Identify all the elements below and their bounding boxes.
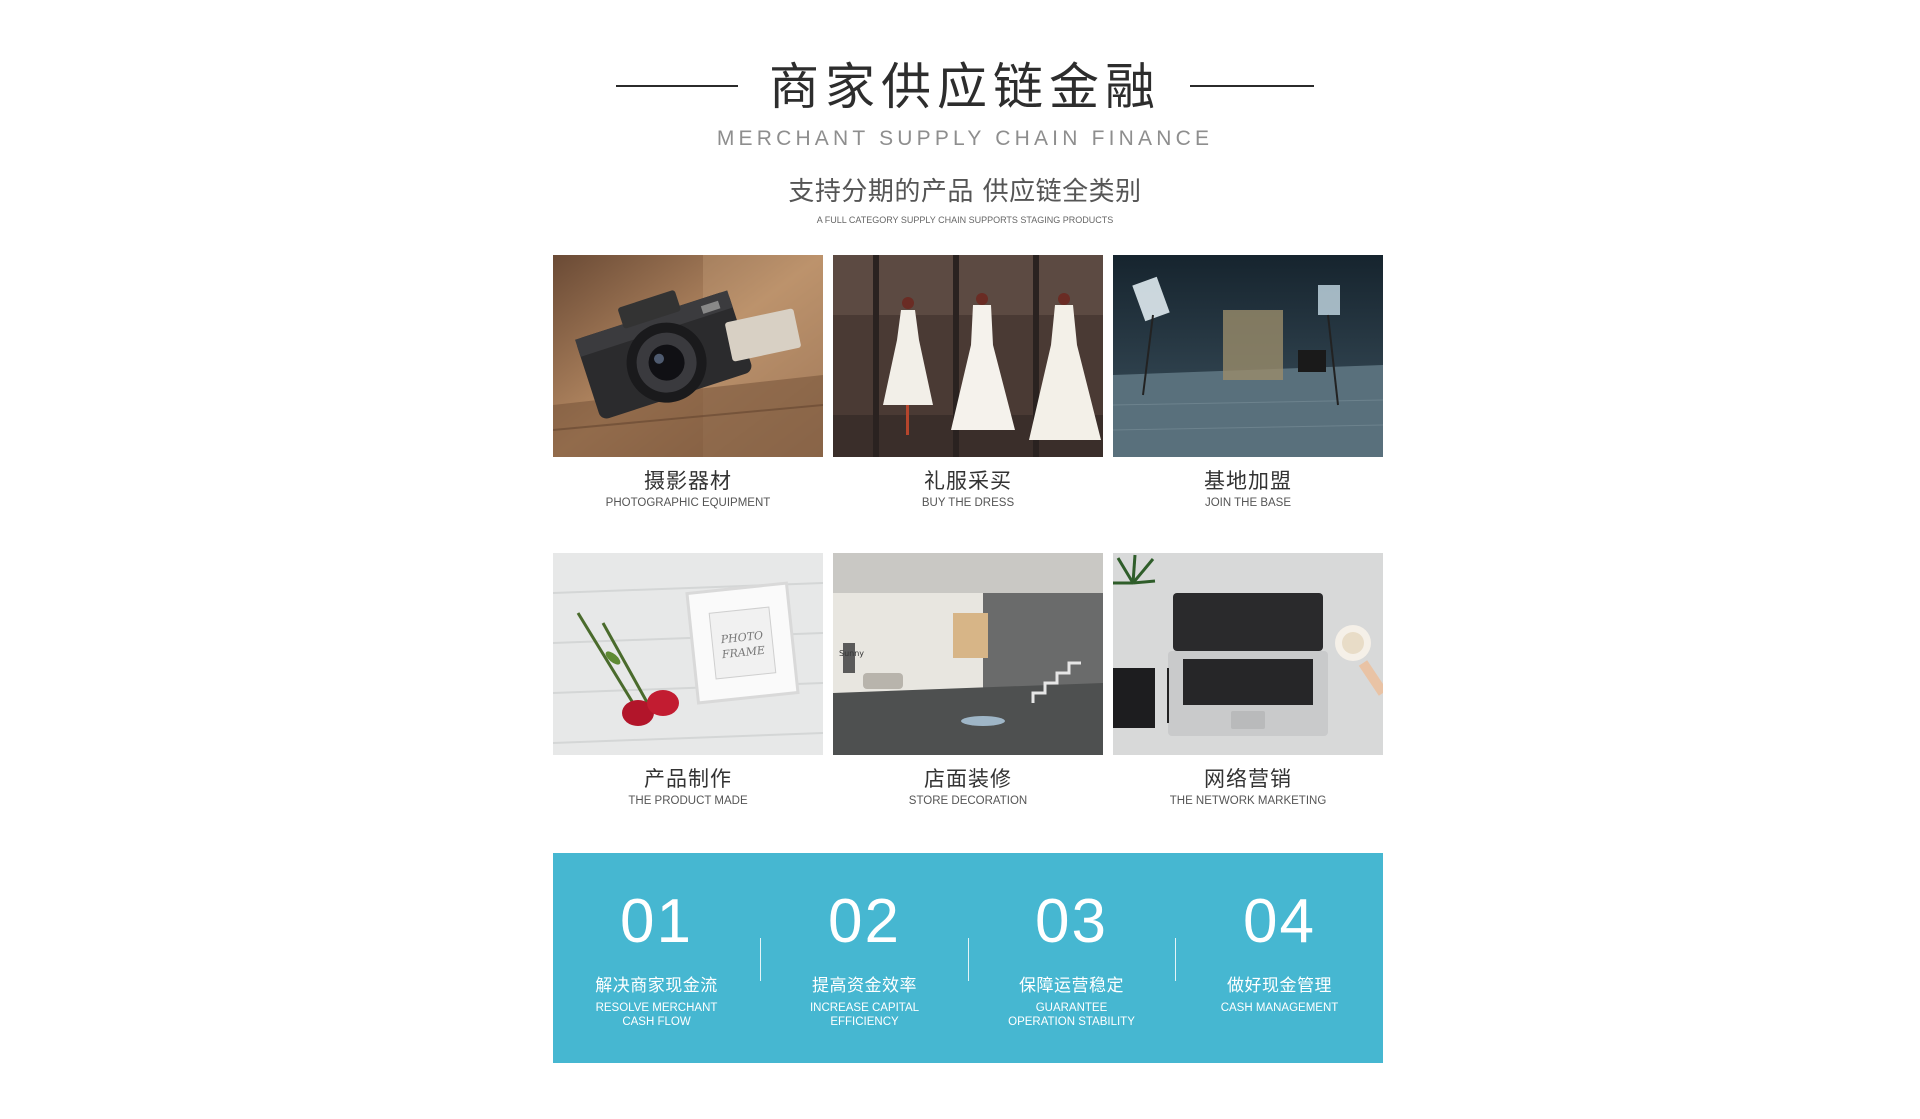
benefit-item-04: 04 做好现金管理 CASH MANAGEMENT	[1176, 853, 1383, 1063]
benefit-item-03: 03 保障运营稳定 GUARANTEE OPERATION STABILITY	[968, 853, 1175, 1063]
benefit-subtitle: INCREASE CAPITAL EFFICIENCY	[809, 1002, 920, 1028]
benefit-title: 提高资金效率	[812, 976, 917, 996]
category-subtitle: JOIN THE BASE	[1204, 497, 1292, 509]
laptop-desk-photo	[1113, 553, 1383, 755]
category-card-photographic-equipment[interactable]: 摄影器材 PHOTOGRAPHIC EQUIPMENT	[553, 255, 823, 510]
benefit-subtitle: GUARANTEE OPERATION STABILITY	[1008, 1002, 1135, 1028]
benefit-number: 03	[1035, 887, 1108, 956]
category-card-join-the-base[interactable]: 基地加盟 JOIN THE BASE	[1113, 255, 1383, 510]
store-interior-photo: Sunny	[833, 553, 1103, 755]
benefit-number: 01	[620, 887, 693, 956]
benefit-subtitle: CASH MANAGEMENT	[1220, 1002, 1339, 1014]
category-card-the-product-made[interactable]: PHOTO FRAME 产品制作 THE PRODUCT MADE	[553, 553, 823, 808]
section-tagline-en: A FULL CATEGORY SUPPLY CHAIN SUPPORTS ST…	[816, 215, 1114, 225]
category-subtitle: BUY THE DRESS	[921, 497, 1015, 509]
page-subtitle: MERCHANT SUPPLY CHAIN FINANCE	[716, 127, 1214, 150]
category-card-buy-the-dress[interactable]: 礼服采买 BUY THE DRESS	[833, 255, 1103, 510]
svg-text:Sunny: Sunny	[839, 649, 864, 658]
benefit-item-01: 01 解决商家现金流 RESOLVE MERCHANT CASH FLOW	[553, 853, 760, 1063]
benefit-subtitle: RESOLVE MERCHANT CASH FLOW	[595, 1002, 718, 1028]
category-title: 产品制作	[644, 767, 732, 791]
wedding-dress-photo	[833, 255, 1103, 457]
benefit-number: 04	[1243, 887, 1316, 956]
benefit-item-02: 02 提高资金效率 INCREASE CAPITAL EFFICIENCY	[761, 853, 968, 1063]
category-title: 基地加盟	[1204, 469, 1292, 493]
studio-base-photo	[1113, 255, 1383, 457]
benefit-title: 解决商家现金流	[595, 976, 718, 996]
photo-frame-roses-photo: PHOTO FRAME	[553, 553, 823, 755]
category-subtitle: PHOTOGRAPHIC EQUIPMENT	[605, 497, 771, 509]
category-title: 店面装修	[924, 767, 1012, 791]
category-card-network-marketing[interactable]: 网络营销 THE NETWORK MARKETING	[1113, 553, 1383, 808]
category-subtitle: THE NETWORK MARKETING	[1169, 795, 1327, 807]
benefits-band: 01 解决商家现金流 RESOLVE MERCHANT CASH FLOW 02…	[553, 853, 1383, 1063]
benefit-title: 保障运营稳定	[1019, 976, 1124, 996]
category-title: 网络营销	[1204, 767, 1292, 791]
camera-photo	[553, 255, 823, 457]
category-subtitle: STORE DECORATION	[908, 795, 1028, 807]
category-subtitle: THE PRODUCT MADE	[628, 795, 748, 807]
section-tagline: 支持分期的产品 供应链全类别	[788, 177, 1142, 207]
benefit-title: 做好现金管理	[1227, 976, 1332, 996]
category-title: 礼服采买	[924, 469, 1012, 493]
category-title: 摄影器材	[644, 469, 732, 493]
benefit-number: 02	[828, 887, 901, 956]
page-title: 商家供应链金融	[769, 58, 1161, 116]
category-card-store-decoration[interactable]: Sunny 店面装修 STORE DECORATION	[833, 553, 1103, 808]
